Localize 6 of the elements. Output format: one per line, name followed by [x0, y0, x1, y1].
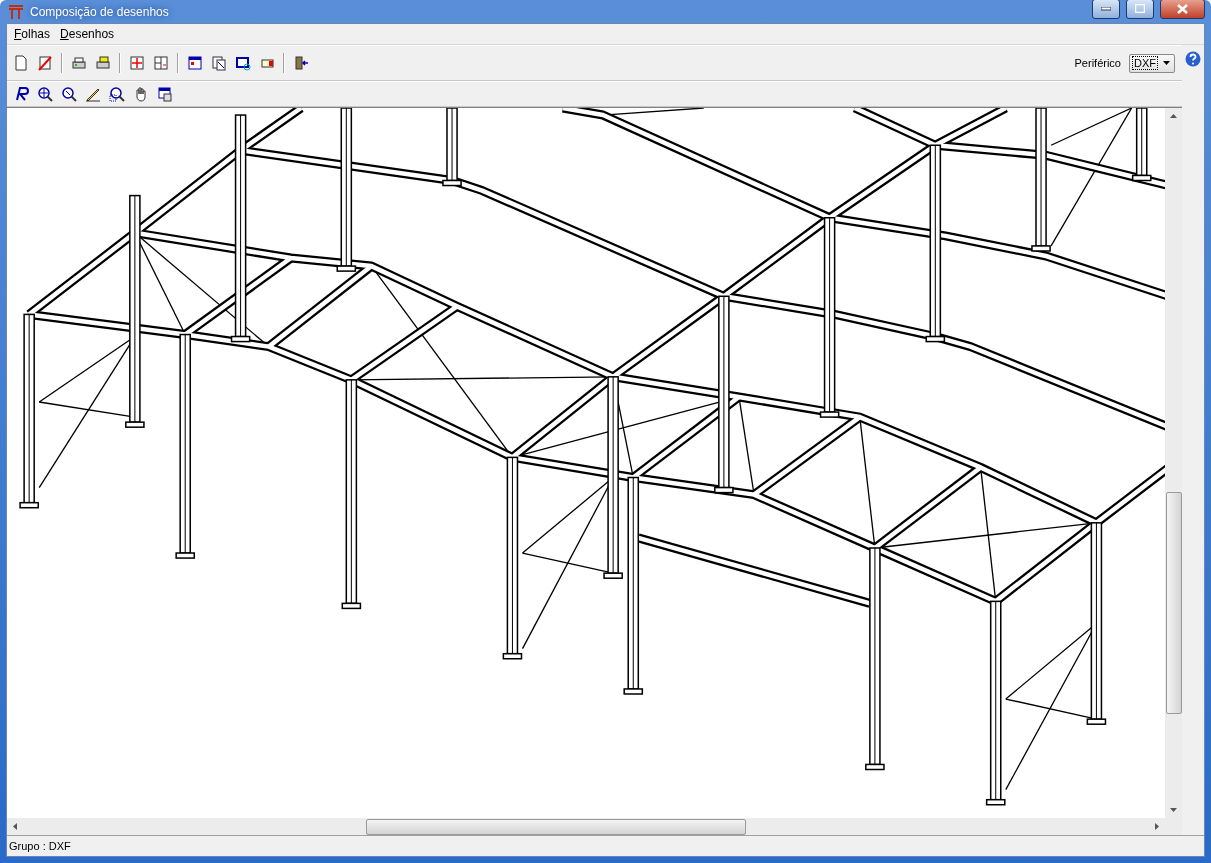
status-text: Grupo : DXF	[9, 840, 71, 852]
menu-item[interactable]: Folhas	[9, 27, 56, 42]
device-dropdown[interactable]: DXF	[1129, 53, 1175, 73]
window-title: Composição de desenhos	[30, 4, 170, 19]
device-label: Periférico	[1074, 57, 1121, 70]
menu-item[interactable]: Desenhos	[55, 27, 120, 42]
